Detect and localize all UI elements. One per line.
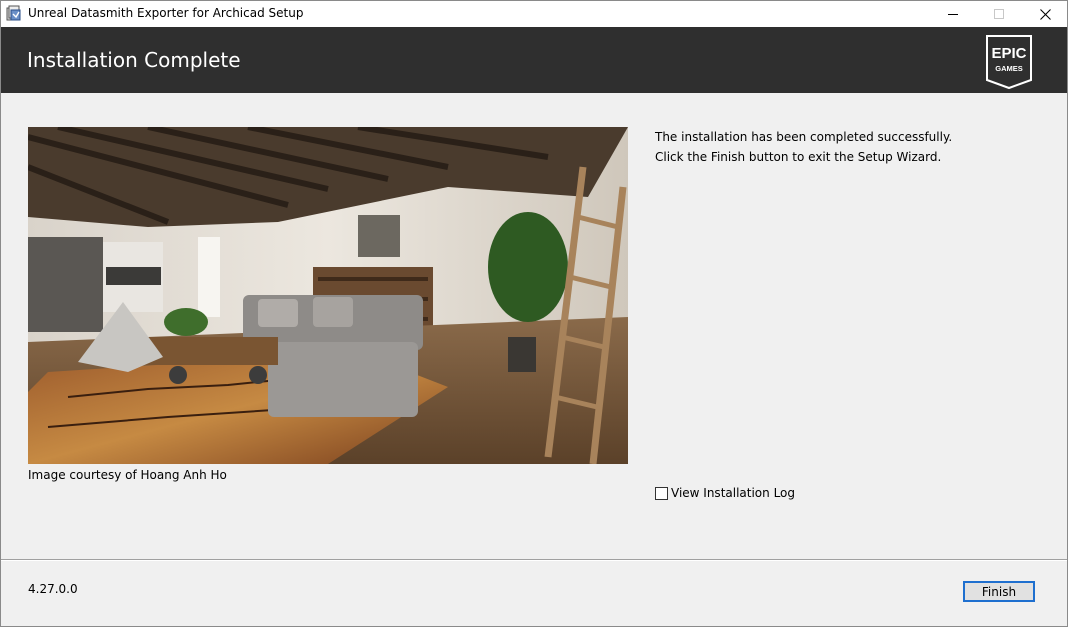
header-banner: Installation Complete EPIC GAMES [1, 27, 1067, 93]
completion-message: The installation has been completed succ… [655, 127, 952, 167]
view-log-checkbox[interactable] [655, 486, 668, 500]
view-log-label[interactable]: View Installation Log [671, 486, 795, 500]
logo-line2: GAMES [995, 64, 1023, 73]
window-title: Unreal Datasmith Exporter for Archicad S… [28, 6, 304, 20]
setup-app-icon [6, 5, 22, 22]
title-bar[interactable]: Unreal Datasmith Exporter for Archicad S… [1, 1, 1067, 27]
minimize-icon [947, 13, 958, 15]
message-line-2: Click the Finish button to exit the Setu… [655, 150, 942, 164]
close-button[interactable] [1022, 1, 1068, 27]
page-title: Installation Complete [27, 48, 241, 72]
maximize-icon [993, 8, 1004, 19]
setup-window: Unreal Datasmith Exporter for Archicad S… [0, 0, 1068, 627]
finish-button[interactable]: Finish [963, 581, 1035, 602]
hero-image [28, 127, 628, 464]
epic-games-logo: EPIC GAMES [983, 34, 1035, 90]
footer-divider-highlight [1, 560, 1067, 561]
version-label: 4.27.0.0 [28, 582, 78, 596]
image-caption: Image courtesy of Hoang Anh Ho [28, 468, 227, 482]
minimize-button[interactable] [930, 1, 976, 27]
view-log-row[interactable]: View Installation Log [655, 486, 795, 500]
maximize-button [976, 1, 1022, 27]
close-icon [1039, 8, 1051, 20]
message-line-1: The installation has been completed succ… [655, 130, 953, 144]
logo-line1: EPIC [991, 45, 1026, 62]
